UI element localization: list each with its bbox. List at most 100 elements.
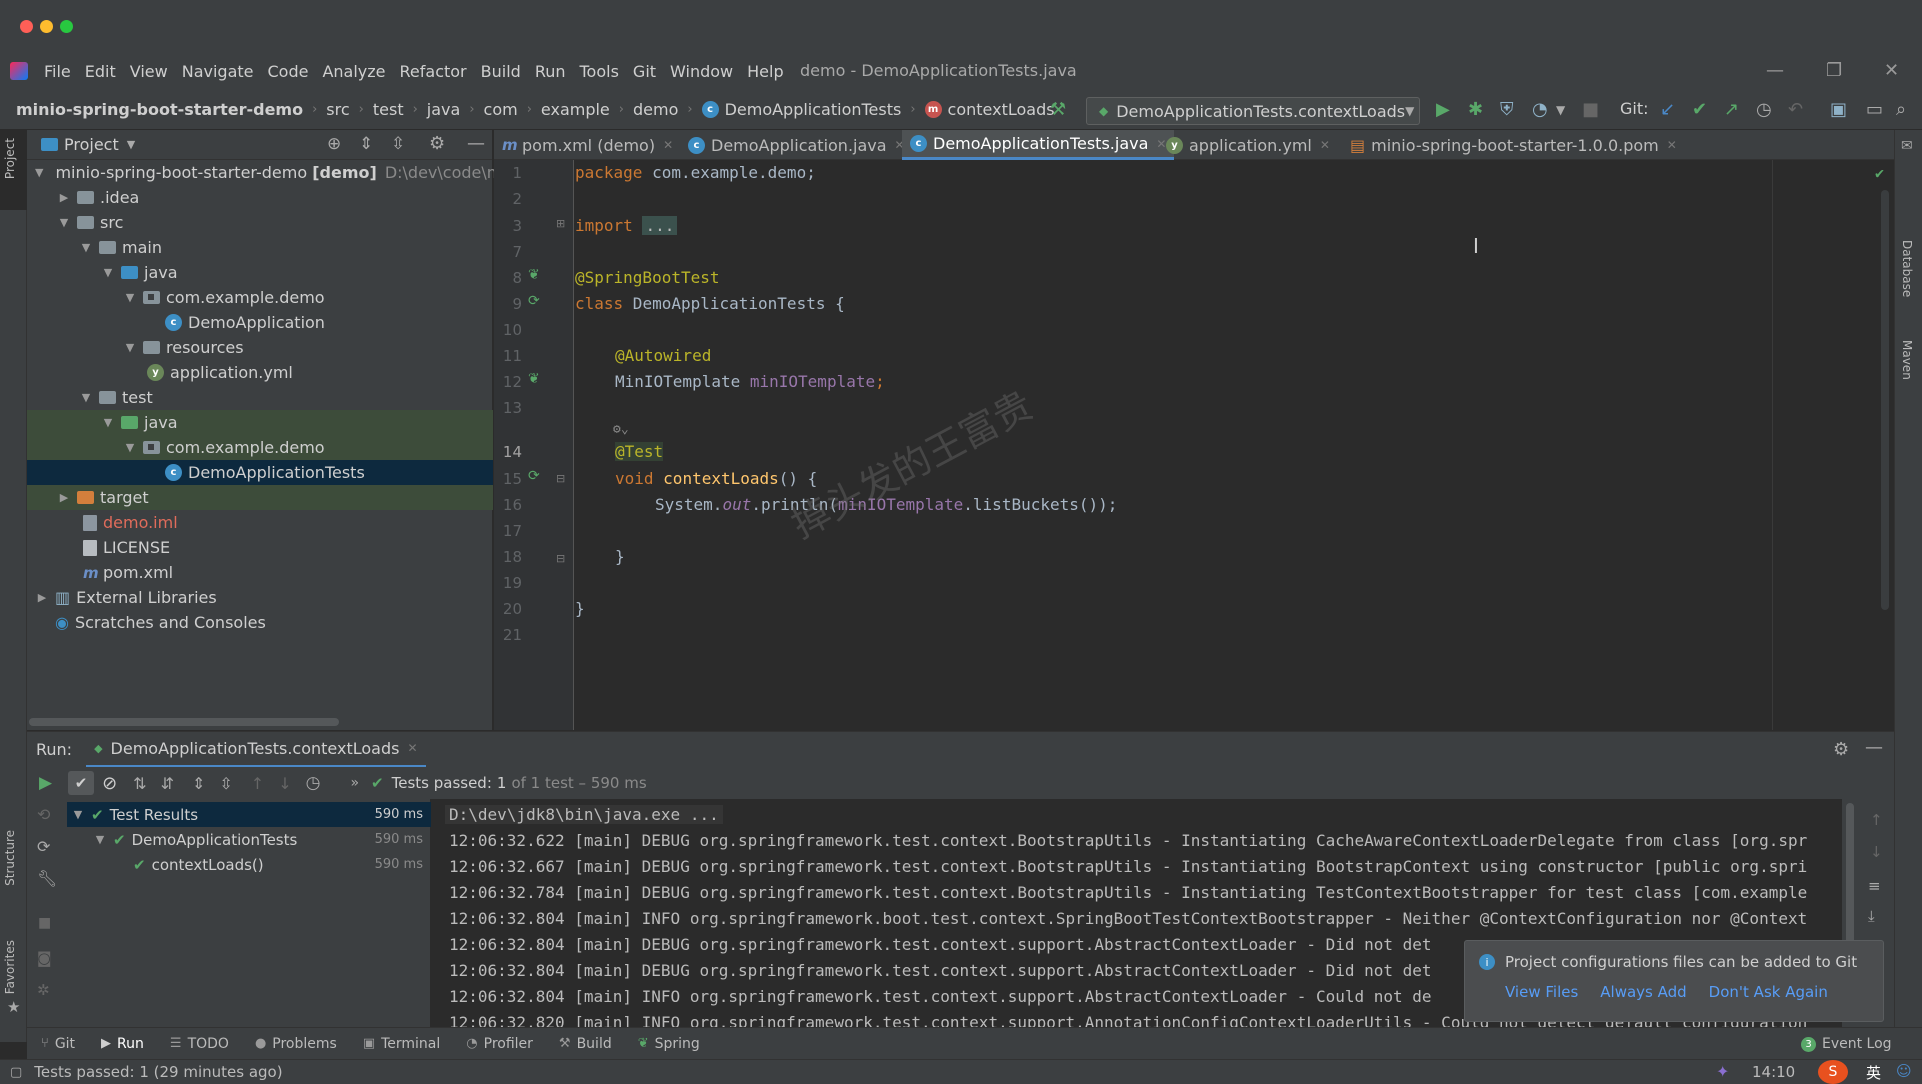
toggle-auto-test-icon[interactable]: ⟳ xyxy=(37,837,50,856)
project-tool-tab[interactable]: Project xyxy=(3,138,17,179)
dont-ask-again-link[interactable]: Don't Ask Again xyxy=(1709,983,1828,1001)
breadcrumb-method[interactable]: contextLoads xyxy=(948,100,1055,119)
chevron-down-icon[interactable]: ▼ xyxy=(123,341,137,354)
tree-node-main[interactable]: ▼ main xyxy=(27,235,493,260)
menu-tools[interactable]: Tools xyxy=(580,62,619,81)
tree-node-license[interactable]: LICENSE xyxy=(27,535,493,560)
minimize-window-icon[interactable] xyxy=(40,20,53,33)
debug-icon[interactable]: ✱ xyxy=(1468,99,1483,120)
menu-run[interactable]: Run xyxy=(535,62,566,81)
stop-icon[interactable]: ■ xyxy=(1582,99,1599,120)
sort-alpha-icon[interactable]: ⇅ xyxy=(133,774,146,793)
close-icon[interactable]: ✕ xyxy=(1667,138,1677,152)
run-test-class-icon[interactable]: ⟳ xyxy=(528,293,540,309)
history-icon[interactable]: ◷ xyxy=(1756,99,1772,120)
previous-failed-icon[interactable]: ↑ xyxy=(251,774,264,793)
tree-node-target[interactable]: ▶ target xyxy=(27,485,493,510)
hide-panel-icon[interactable]: — xyxy=(467,133,485,154)
tree-node-root[interactable]: ▼ minio-spring-boot-starter-demo [demo] … xyxy=(27,160,502,185)
tree-node-demo-iml[interactable]: demo.iml xyxy=(27,510,493,535)
structure-tool-tab[interactable]: Structure xyxy=(3,830,17,886)
gear-icon[interactable]: ⚙ xyxy=(1833,739,1849,760)
tab-pom-xml[interactable]: m pom.xml (demo) ✕ xyxy=(494,130,681,160)
profiler-tool-tab[interactable]: ◔ Profiler xyxy=(466,1036,533,1052)
folded-import[interactable]: ... xyxy=(642,216,678,235)
more-icon[interactable]: » xyxy=(350,775,359,791)
expand-all-icon[interactable]: ⇕ xyxy=(192,774,205,793)
menu-navigate[interactable]: Navigate xyxy=(182,62,254,81)
tree-node-pom-xml[interactable]: m pom.xml xyxy=(27,560,493,585)
breadcrumb-src[interactable]: src xyxy=(326,100,349,119)
git-tool-tab[interactable]: ⑂ Git xyxy=(41,1036,75,1052)
input-method-icon[interactable]: S xyxy=(1818,1060,1848,1084)
minimize-icon[interactable]: — xyxy=(1766,60,1784,81)
tree-node-src[interactable]: ▼ src xyxy=(27,210,493,235)
menu-view[interactable]: View xyxy=(130,62,168,81)
ime-settings-icon[interactable]: ☺ xyxy=(1896,1062,1912,1080)
problems-tool-tab[interactable]: ● Problems xyxy=(255,1036,337,1052)
tab-starter-pom[interactable]: ▤ minio-spring-boot-starter-1.0.0.pom ✕ xyxy=(1342,130,1685,160)
chevron-right-icon[interactable]: ▶ xyxy=(57,191,71,204)
breadcrumb-demo[interactable]: demo xyxy=(633,100,678,119)
close-icon[interactable]: ✕ xyxy=(663,138,673,152)
search-icon[interactable]: ⌕ xyxy=(1896,99,1906,120)
autowired-bean-icon[interactable]: ❦ xyxy=(528,371,540,387)
rerun-icon[interactable]: ▶ xyxy=(39,773,52,793)
test-history-icon[interactable]: ◷ xyxy=(306,773,321,793)
restore-icon[interactable]: ❐ xyxy=(1826,60,1842,81)
chevron-down-icon[interactable]: ▼ xyxy=(35,166,43,179)
tree-node-demo-application-tests[interactable]: c DemoApplicationTests xyxy=(27,460,493,485)
view-files-link[interactable]: View Files xyxy=(1505,983,1578,1001)
rollback-icon[interactable]: ↶ xyxy=(1788,99,1803,120)
tab-demo-application-tests[interactable]: c DemoApplicationTests.java ✕ xyxy=(902,130,1175,160)
tree-node-scratches[interactable]: ◉ Scratches and Consoles xyxy=(27,610,493,635)
console-scrollbar[interactable] xyxy=(1846,803,1854,953)
scroll-up-icon[interactable]: ↑ xyxy=(1870,811,1883,829)
build-tool-tab[interactable]: ⚒ Build xyxy=(559,1036,612,1052)
close-icon[interactable]: ✕ xyxy=(407,741,417,755)
breadcrumb-com[interactable]: com xyxy=(484,100,518,119)
menu-file[interactable]: File xyxy=(44,62,71,81)
zoom-window-icon[interactable] xyxy=(60,20,73,33)
test-row-class[interactable]: ▼ ✔ DemoApplicationTests 590 ms xyxy=(67,827,431,852)
test-row-method[interactable]: ✔ contextLoads() 590 ms xyxy=(67,852,431,877)
star-icon[interactable]: ★ xyxy=(7,998,20,1016)
scroll-down-icon[interactable]: ↓ xyxy=(1870,843,1883,861)
breadcrumb-project[interactable]: minio-spring-boot-starter-demo xyxy=(16,100,303,119)
build-hammer-icon[interactable]: ⚒ xyxy=(1050,99,1066,120)
show-passed-icon[interactable]: ✔ xyxy=(68,771,95,795)
hide-panel-icon[interactable]: — xyxy=(1865,737,1883,758)
chevron-down-icon[interactable]: ▼ xyxy=(123,441,137,454)
breadcrumb-test[interactable]: test xyxy=(373,100,404,119)
breadcrumb-class[interactable]: DemoApplicationTests xyxy=(725,100,902,119)
event-log-tool-tab[interactable]: 3 Event Log xyxy=(1801,1036,1892,1052)
chevron-down-icon[interactable]: ▼ xyxy=(71,808,85,821)
menu-code[interactable]: Code xyxy=(268,62,309,81)
camera-icon[interactable]: ◙ xyxy=(37,949,52,967)
status-panel-icon[interactable]: ▢ xyxy=(10,1065,22,1080)
sort-duration-icon[interactable]: ⇵ xyxy=(161,774,174,793)
horizontal-scrollbar[interactable] xyxy=(29,718,339,726)
ide-status-icon[interactable]: ✦ xyxy=(1716,1062,1729,1081)
run-test-method-icon[interactable]: ⟳ xyxy=(528,468,540,484)
git-push-icon[interactable]: ↗ xyxy=(1724,99,1739,120)
fold-icon[interactable]: ⊟ xyxy=(556,472,565,485)
git-commit-icon[interactable]: ✔ xyxy=(1692,99,1707,120)
chevron-down-icon[interactable]: ▼ xyxy=(127,138,135,151)
coverage-icon[interactable]: ⛨ xyxy=(1500,99,1514,120)
expand-all-icon[interactable]: ⇕ xyxy=(359,134,373,154)
tree-node-external-libraries[interactable]: ▶ ▥ External Libraries xyxy=(27,585,493,610)
rerun-failed-icon[interactable]: ⟲ xyxy=(37,805,50,824)
close-window-icon[interactable] xyxy=(20,20,33,33)
tree-node-main-java[interactable]: ▼ java xyxy=(27,260,493,285)
inlay-hint-icon[interactable]: ⚙⌄ xyxy=(613,422,629,437)
git-update-icon[interactable]: ↙ xyxy=(1660,99,1675,120)
always-add-link[interactable]: Always Add xyxy=(1600,983,1686,1001)
next-failed-icon[interactable]: ↓ xyxy=(278,774,291,793)
tree-node-resources[interactable]: ▼ resources xyxy=(27,335,493,360)
scroll-to-end-icon[interactable]: ⤓ xyxy=(1868,907,1875,925)
chevron-right-icon[interactable]: ▶ xyxy=(57,491,71,504)
settings-icon[interactable]: ✲ xyxy=(37,981,50,999)
close-icon[interactable]: ✕ xyxy=(1884,60,1899,81)
menu-build[interactable]: Build xyxy=(481,62,521,81)
